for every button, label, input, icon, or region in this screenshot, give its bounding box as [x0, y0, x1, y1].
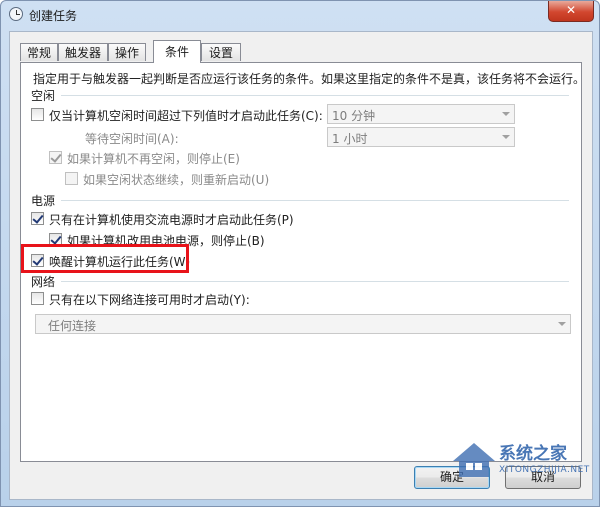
- idle-group-label: 空闲: [31, 89, 56, 103]
- start-only-if-network-label: 只有在以下网络连接可用时才启动(Y):: [49, 293, 250, 307]
- idle-group-divider: [61, 95, 569, 96]
- tab-general[interactable]: 常规: [20, 43, 58, 61]
- network-group-label: 网络: [31, 275, 56, 289]
- start-only-if-idle-label: 仅当计算机空闲时间超过下列值时才启动此任务(C):: [49, 109, 323, 123]
- chevron-down-icon: [502, 135, 510, 139]
- tab-actions[interactable]: 操作: [108, 43, 146, 61]
- highlight-box: [21, 244, 189, 273]
- restart-if-idle-resumes-label: 如果空闲状态继续，则重新启动(U): [83, 173, 270, 187]
- watermark: 系统之家 XITONGZHIJIA.NET: [449, 433, 599, 493]
- stop-if-not-idle-label: 如果计算机不再空闲，则停止(E): [67, 152, 240, 166]
- wait-for-idle-select[interactable]: 1 小时: [327, 127, 515, 147]
- start-only-on-ac-checkbox[interactable]: [31, 212, 44, 225]
- clock-icon: [9, 7, 23, 21]
- title-bar: 创建任务 ✕: [1, 1, 599, 29]
- wait-for-idle-value: 1 小时: [332, 132, 368, 146]
- start-only-on-ac-label: 只有在计算机使用交流电源时才启动此任务(P): [49, 213, 294, 227]
- chevron-down-icon: [502, 112, 510, 116]
- tab-conditions[interactable]: 条件: [153, 40, 201, 63]
- house-logo-icon: [453, 443, 495, 477]
- network-connection-select[interactable]: 任何连接: [35, 314, 571, 334]
- wait-for-idle-label: 等待空闲时间(A):: [85, 132, 179, 146]
- network-connection-value: 任何连接: [48, 319, 97, 333]
- network-group-divider: [61, 281, 569, 282]
- close-button[interactable]: ✕: [548, 1, 594, 22]
- start-only-if-network-checkbox[interactable]: [31, 292, 44, 305]
- chevron-down-icon: [558, 322, 566, 326]
- watermark-name: 系统之家: [499, 444, 567, 464]
- conditions-description: 指定用于与触发器一起判断是否应运行该任务的条件。如果这里指定的条件不是真，该任务…: [33, 72, 586, 86]
- tab-settings[interactable]: 设置: [201, 43, 241, 61]
- idle-duration-select[interactable]: 10 分钟: [327, 104, 515, 124]
- idle-duration-value: 10 分钟: [332, 109, 376, 123]
- start-only-if-idle-checkbox[interactable]: [31, 108, 44, 121]
- restart-if-idle-resumes-checkbox[interactable]: [65, 172, 78, 185]
- window-title: 创建任务: [29, 9, 78, 23]
- watermark-site: XITONGZHIJIA.NET: [499, 465, 590, 475]
- tab-triggers[interactable]: 触发器: [58, 43, 108, 61]
- stop-if-not-idle-checkbox[interactable]: [49, 151, 62, 164]
- create-task-dialog: 创建任务 ✕ 常规 触发器 操作 条件 设置 指定用于与触发器一起判断是否应运行…: [0, 0, 600, 507]
- power-group-divider: [61, 200, 569, 201]
- power-group-label: 电源: [31, 194, 56, 208]
